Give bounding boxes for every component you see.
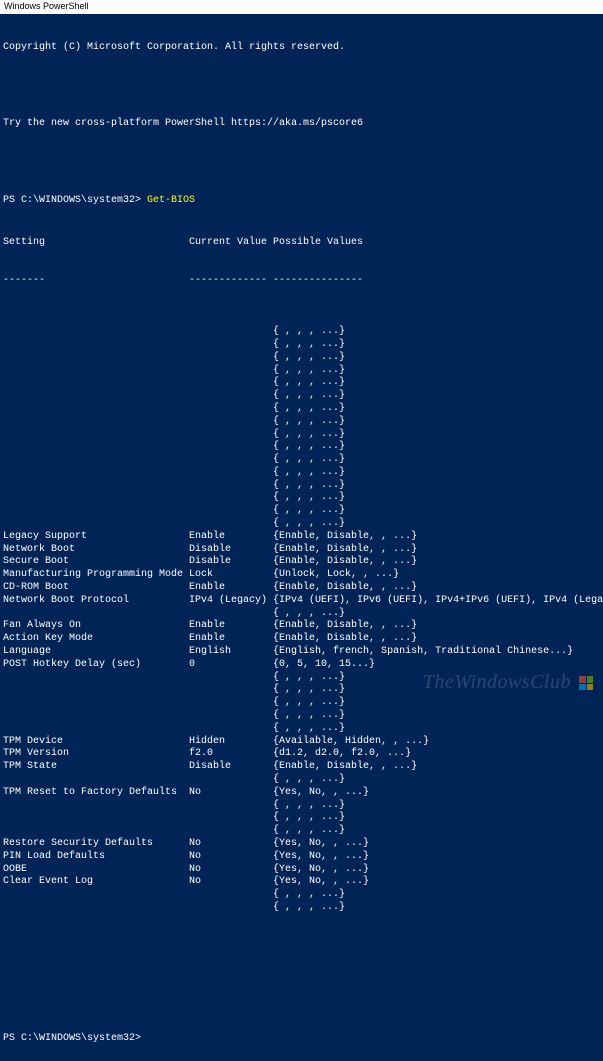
output-row: Manufacturing Programming Mode Lock {Unl… bbox=[3, 569, 600, 582]
output-row: POST Hotkey Delay (sec) 0 {0, 5, 10, 15.… bbox=[3, 659, 600, 672]
output-row: { , , , ...} bbox=[3, 902, 600, 915]
column-separator: ------- ------------- --------------- bbox=[3, 275, 600, 288]
prompt-prefix: PS C:\WINDOWS\system32> bbox=[3, 1033, 147, 1044]
output-row: OOBE No {Yes, No, , ...} bbox=[3, 864, 600, 877]
output-row: CD-ROM Boot Enable {Enable, Disable, , .… bbox=[3, 582, 600, 595]
output-row: Network Boot Protocol IPv4 (Legacy) {IPv… bbox=[3, 595, 600, 608]
output-row: { , , , ...} bbox=[3, 429, 600, 442]
empty-line bbox=[3, 80, 600, 93]
copyright-line: Copyright (C) Microsoft Corporation. All… bbox=[3, 42, 600, 55]
output-row: { , , , ...} bbox=[3, 672, 600, 685]
output-row: { , , , ...} bbox=[3, 812, 600, 825]
empty-line bbox=[3, 953, 600, 966]
output-row: Legacy Support Enable {Enable, Disable, … bbox=[3, 531, 600, 544]
output-row: Network Boot Disable {Enable, Disable, ,… bbox=[3, 544, 600, 557]
output-row: { , , , ...} bbox=[3, 710, 600, 723]
output-row: { , , , ...} bbox=[3, 352, 600, 365]
output-row: { , , , ...} bbox=[3, 441, 600, 454]
prompt-line-2[interactable]: PS C:\WINDOWS\system32> bbox=[3, 1033, 600, 1046]
output-row: { , , , ...} bbox=[3, 608, 600, 621]
output-row: { , , , ...} bbox=[3, 697, 600, 710]
empty-line bbox=[3, 992, 600, 1005]
try-pscore-line: Try the new cross-platform PowerShell ht… bbox=[3, 118, 600, 131]
output-row: { , , , ...} bbox=[3, 339, 600, 352]
output-row: { , , , ...} bbox=[3, 390, 600, 403]
window-title: Windows PowerShell bbox=[4, 1, 89, 11]
output-row: { , , , ...} bbox=[3, 467, 600, 480]
output-row: { , , , ...} bbox=[3, 889, 600, 902]
output-row: { , , , ...} bbox=[3, 365, 600, 378]
output-row: Language English {English, french, Spani… bbox=[3, 646, 600, 659]
terminal-area[interactable]: Copyright (C) Microsoft Corporation. All… bbox=[0, 14, 603, 1061]
output-row: TPM Reset to Factory Defaults No {Yes, N… bbox=[3, 787, 600, 800]
output-row: { , , , ...} bbox=[3, 505, 600, 518]
output-row: { , , , ...} bbox=[3, 518, 600, 531]
output-row: { , , , ...} bbox=[3, 774, 600, 787]
column-headers: Setting Current Value Possible Values bbox=[3, 237, 600, 250]
output-row: { , , , ...} bbox=[3, 480, 600, 493]
output-row: Fan Always On Enable {Enable, Disable, ,… bbox=[3, 620, 600, 633]
window-titlebar[interactable]: Windows PowerShell bbox=[0, 0, 603, 14]
output-row: { , , , ...} bbox=[3, 326, 600, 339]
empty-line bbox=[3, 157, 600, 170]
output-row: Secure Boot Disable {Enable, Disable, , … bbox=[3, 556, 600, 569]
output-rows: { , , , ...} { , , , ...} { , , , ...} {… bbox=[3, 326, 600, 915]
output-row: TPM Version f2.0 {d1.2, d2.0, f2.0, ...} bbox=[3, 748, 600, 761]
output-row: { , , , ...} bbox=[3, 492, 600, 505]
output-row: Restore Security Defaults No {Yes, No, ,… bbox=[3, 838, 600, 851]
output-row: TPM Device Hidden {Available, Hidden, , … bbox=[3, 736, 600, 749]
output-row: { , , , ...} bbox=[3, 403, 600, 416]
output-row: { , , , ...} bbox=[3, 723, 600, 736]
output-row: TPM State Disable {Enable, Disable, , ..… bbox=[3, 761, 600, 774]
output-row: Action Key Mode Enable {Enable, Disable,… bbox=[3, 633, 600, 646]
output-row: { , , , ...} bbox=[3, 800, 600, 813]
output-row: PIN Load Defaults No {Yes, No, , ...} bbox=[3, 851, 600, 864]
output-row: Clear Event Log No {Yes, No, , ...} bbox=[3, 876, 600, 889]
output-row: { , , , ...} bbox=[3, 416, 600, 429]
output-row: { , , , ...} bbox=[3, 825, 600, 838]
output-row: { , , , ...} bbox=[3, 454, 600, 467]
output-row: { , , , ...} bbox=[3, 684, 600, 697]
prompt-prefix: PS C:\WINDOWS\system32> bbox=[3, 195, 147, 206]
output-row: { , , , ...} bbox=[3, 377, 600, 390]
command-text: Get-BIOS bbox=[147, 195, 195, 206]
prompt-line-1: PS C:\WINDOWS\system32> Get-BIOS bbox=[3, 195, 600, 208]
